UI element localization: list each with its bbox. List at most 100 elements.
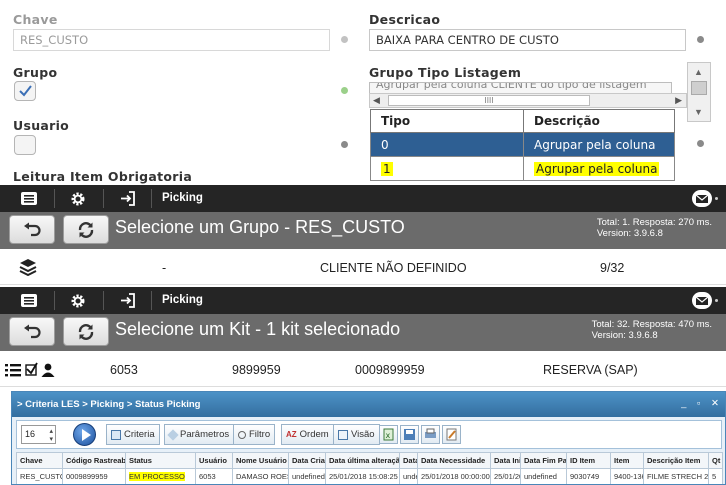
checkmark-icon xyxy=(19,85,32,97)
chave-status-dot xyxy=(341,36,348,43)
scroll-up-icon[interactable]: ▲ xyxy=(694,67,703,77)
cell: unde xyxy=(399,468,418,484)
undo-icon xyxy=(24,324,41,338)
sign-in-icon[interactable] xyxy=(108,185,148,212)
cell: 25/01/20 xyxy=(490,468,521,484)
col-header[interactable]: Descrição Item xyxy=(643,452,709,469)
status-info: Total: 32. Resposta: 470 ms. Version: 3.… xyxy=(592,319,712,341)
print-icon[interactable] xyxy=(421,425,440,444)
pin-icon xyxy=(238,430,246,439)
status-grid: Chave Código Rastreabilic Status Usuário… xyxy=(16,452,723,484)
table-row[interactable]: RES_CUSTO 0009899959 EM PROCESSO 6053 DA… xyxy=(16,468,723,484)
gear-icon[interactable] xyxy=(58,287,98,314)
descricao-label: Descricao xyxy=(369,12,441,27)
option-row-selected[interactable]: 0 Agrupar pela coluna xyxy=(370,132,675,157)
messages-icon[interactable] xyxy=(692,190,712,207)
cell: 25/01/2018 00:00:00 xyxy=(417,468,491,484)
edit-icon[interactable] xyxy=(442,425,461,444)
status-version: Version: 3.9.6.8 xyxy=(596,228,663,239)
option-row[interactable]: 1 Agrupar pela coluna xyxy=(370,156,675,181)
scroll-left-icon[interactable]: ◀ xyxy=(373,95,380,106)
col-header[interactable]: Data Criaç xyxy=(288,452,326,469)
messages-icon[interactable] xyxy=(692,292,712,309)
scroll-down-icon[interactable]: ▼ xyxy=(694,107,703,117)
undo-icon xyxy=(24,222,41,236)
grupo-status-dot xyxy=(341,87,348,94)
save-icon[interactable] xyxy=(400,425,419,444)
back-button[interactable] xyxy=(9,317,55,346)
col-header[interactable]: Data última alteração xyxy=(325,452,400,469)
cell: 0009899959 xyxy=(62,468,126,484)
col-header[interactable]: Código Rastreabilic xyxy=(62,452,126,469)
col-header[interactable]: Data Necessidade xyxy=(417,452,491,469)
cell: 6053 xyxy=(195,468,233,484)
kit-list-item[interactable]: 6053 9899959 0009899959 RESERVA (SAP) xyxy=(0,351,726,387)
cell: 5 xyxy=(708,468,723,484)
option-descricao: Agrupar pela coluna xyxy=(523,132,675,157)
group-list-item[interactable]: - CLIENTE NÃO DEFINIDO 9/32 xyxy=(0,249,726,285)
grid-header-row: Chave Código Rastreabilic Status Usuário… xyxy=(16,452,723,469)
col-header[interactable]: Data Ini xyxy=(490,452,521,469)
ordem-button[interactable]: AZ Ordem xyxy=(281,424,334,445)
col-header[interactable]: Nome Usuário xyxy=(232,452,289,469)
option-descricao: Agrupar pela coluna xyxy=(534,161,660,176)
status-badge: EM PROCESSO xyxy=(129,472,185,481)
kit-code: 6053 xyxy=(110,363,138,377)
gear-icon[interactable] xyxy=(58,185,98,212)
filtro-button[interactable]: Filtro xyxy=(233,424,276,445)
stepper-icon: ▴ ▾ xyxy=(49,428,53,443)
page-size-select[interactable]: 16 ▴ ▾ xyxy=(21,425,56,444)
grupo-tipo-options-table: Tipo Descrição 0 Agrupar pela coluna 1 A… xyxy=(370,109,675,181)
picking-kit-panel: Picking Selecione um Kit - 1 kit selecio… xyxy=(0,287,726,388)
col-header[interactable]: Item xyxy=(610,452,644,469)
usuario-status-dot xyxy=(341,141,348,148)
kit-rastreabilidade: 0009899959 xyxy=(355,363,425,377)
col-header[interactable]: ID Item xyxy=(566,452,611,469)
col-header[interactable]: Data Fim Pag xyxy=(520,452,567,469)
run-button[interactable] xyxy=(73,423,96,446)
top-navbar: Picking xyxy=(0,287,726,314)
horizontal-scroll-thumb[interactable]: IIII xyxy=(388,95,590,106)
refresh-icon xyxy=(78,323,94,340)
descricao-column-header: Descrição xyxy=(523,109,675,133)
criteria-toolbar: 16 ▴ ▾ Criteria Parâmetros Filtro AZ Orde… xyxy=(16,420,722,449)
table-icon xyxy=(111,429,121,440)
visao-button[interactable]: Visão xyxy=(333,424,380,445)
dropdown-vertical-scrollbar[interactable]: ▲ ▼ xyxy=(687,62,711,122)
col-header[interactable]: Status xyxy=(125,452,196,469)
sign-in-icon[interactable] xyxy=(108,287,148,314)
status-total: Total: 32. Resposta: 470 ms. xyxy=(591,319,712,330)
descricao-field[interactable]: BAIXA PARA CENTRO DE CUSTO xyxy=(369,29,686,51)
sort-az-icon: AZ xyxy=(286,430,297,439)
col-header[interactable]: Usuário xyxy=(195,452,233,469)
picking-group-panel: Picking Selecione um Grupo - RES_CUSTO T… xyxy=(0,185,726,285)
cell: undefined xyxy=(288,468,326,484)
col-header[interactable]: Qt xyxy=(708,452,723,469)
layers-icon xyxy=(19,258,37,279)
chave-field[interactable]: RES_CUSTO xyxy=(13,29,330,51)
scroll-thumb[interactable] xyxy=(691,81,707,95)
usuario-checkbox[interactable] xyxy=(14,135,36,155)
option-tipo: 1 xyxy=(381,161,393,176)
grupo-checkbox[interactable] xyxy=(14,81,36,101)
col-header[interactable]: Chave xyxy=(16,452,63,469)
criteria-button[interactable]: Criteria xyxy=(106,424,160,445)
parametros-button[interactable]: Parâmetros xyxy=(164,424,235,445)
cell: FILME STRECH 25 MICR xyxy=(643,468,709,484)
scroll-right-icon[interactable]: ▶ xyxy=(675,95,682,106)
dropdown-horizontal-scrollbar[interactable]: ◀ IIII ▶ xyxy=(369,93,687,108)
page-size-value: 16 xyxy=(25,429,36,439)
window-controls[interactable]: _ ▫ ✕ xyxy=(681,398,723,409)
page-title: Selecione um Grupo - RES_CUSTO xyxy=(115,217,405,237)
status-version: Version: 3.9.6.8 xyxy=(591,330,658,341)
refresh-button[interactable] xyxy=(63,215,109,244)
svg-text:x: x xyxy=(386,431,391,440)
refresh-button[interactable] xyxy=(63,317,109,346)
grupo-tipo-status-dot xyxy=(697,140,704,147)
menu-icon[interactable] xyxy=(9,287,49,314)
menu-icon[interactable] xyxy=(9,185,49,212)
back-button[interactable] xyxy=(9,215,55,244)
refresh-icon xyxy=(78,221,94,238)
excel-export-icon[interactable]: x xyxy=(379,425,398,444)
col-header[interactable]: Data xyxy=(399,452,418,469)
